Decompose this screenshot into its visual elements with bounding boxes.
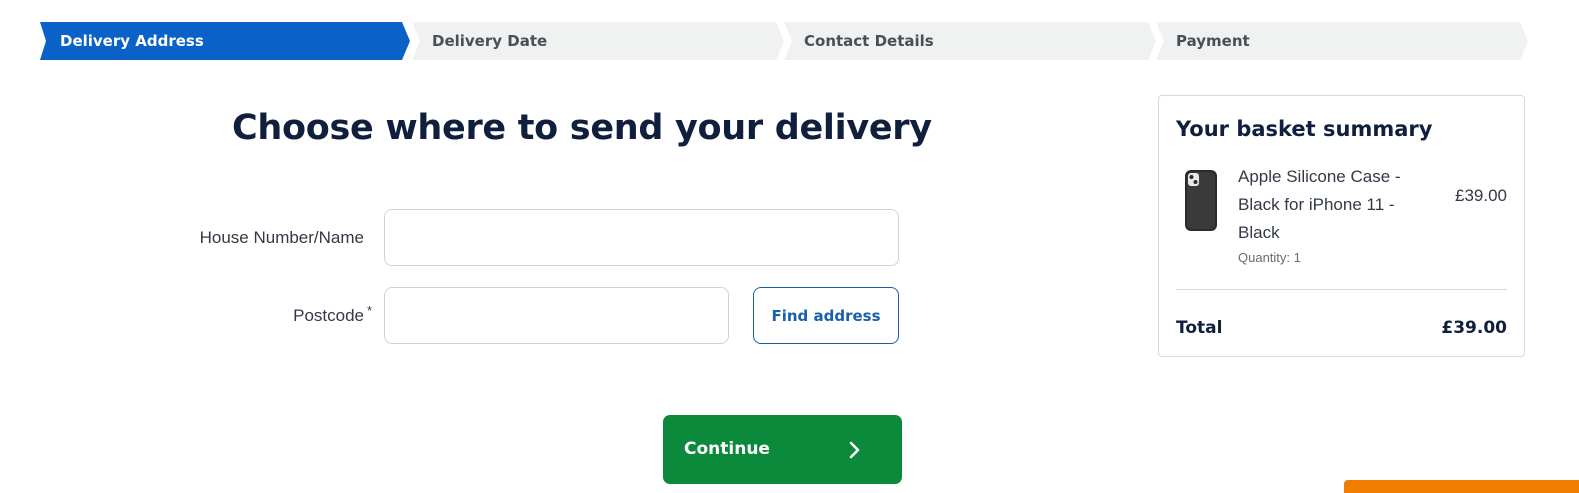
step-label: Contact Details	[804, 32, 934, 50]
total-label: Total	[1176, 318, 1223, 338]
step-contact-details[interactable]: Contact Details	[784, 22, 1156, 60]
step-label: Delivery Date	[432, 32, 548, 50]
step-label: Payment	[1176, 32, 1250, 50]
required-asterisk: *	[367, 303, 373, 318]
checkout-stepper: Delivery Address Delivery Date Contact D…	[40, 22, 1530, 60]
divider	[1176, 289, 1507, 290]
house-number-input[interactable]	[384, 209, 899, 266]
page-title: Choose where to send your delivery	[232, 108, 932, 148]
house-number-label: House Number/Name	[199, 228, 364, 247]
product-price: £39.00	[1455, 186, 1507, 205]
chevron-right-icon	[849, 441, 860, 459]
postcode-input[interactable]	[384, 287, 729, 344]
step-payment[interactable]: Payment	[1156, 22, 1528, 60]
basket-title: Your basket summary	[1176, 117, 1433, 141]
find-address-button[interactable]: Find address	[753, 287, 899, 344]
step-label: Delivery Address	[60, 32, 204, 50]
continue-label: Continue	[684, 439, 770, 459]
basket-summary: Your basket summary Apple Silicone Case …	[1158, 95, 1525, 357]
product-name: Apple Silicone Case - Black for iPhone 1…	[1238, 167, 1401, 242]
feedback-widget[interactable]	[1344, 480, 1579, 493]
step-delivery-date[interactable]: Delivery Date	[412, 22, 784, 60]
product-quantity: Quantity: 1	[1238, 250, 1301, 265]
postcode-label: Postcode	[293, 306, 364, 325]
total-value: £39.00	[1441, 318, 1507, 338]
continue-button[interactable]: Continue	[663, 415, 902, 484]
step-delivery-address[interactable]: Delivery Address	[40, 22, 410, 60]
phone-case-image	[1185, 170, 1217, 231]
